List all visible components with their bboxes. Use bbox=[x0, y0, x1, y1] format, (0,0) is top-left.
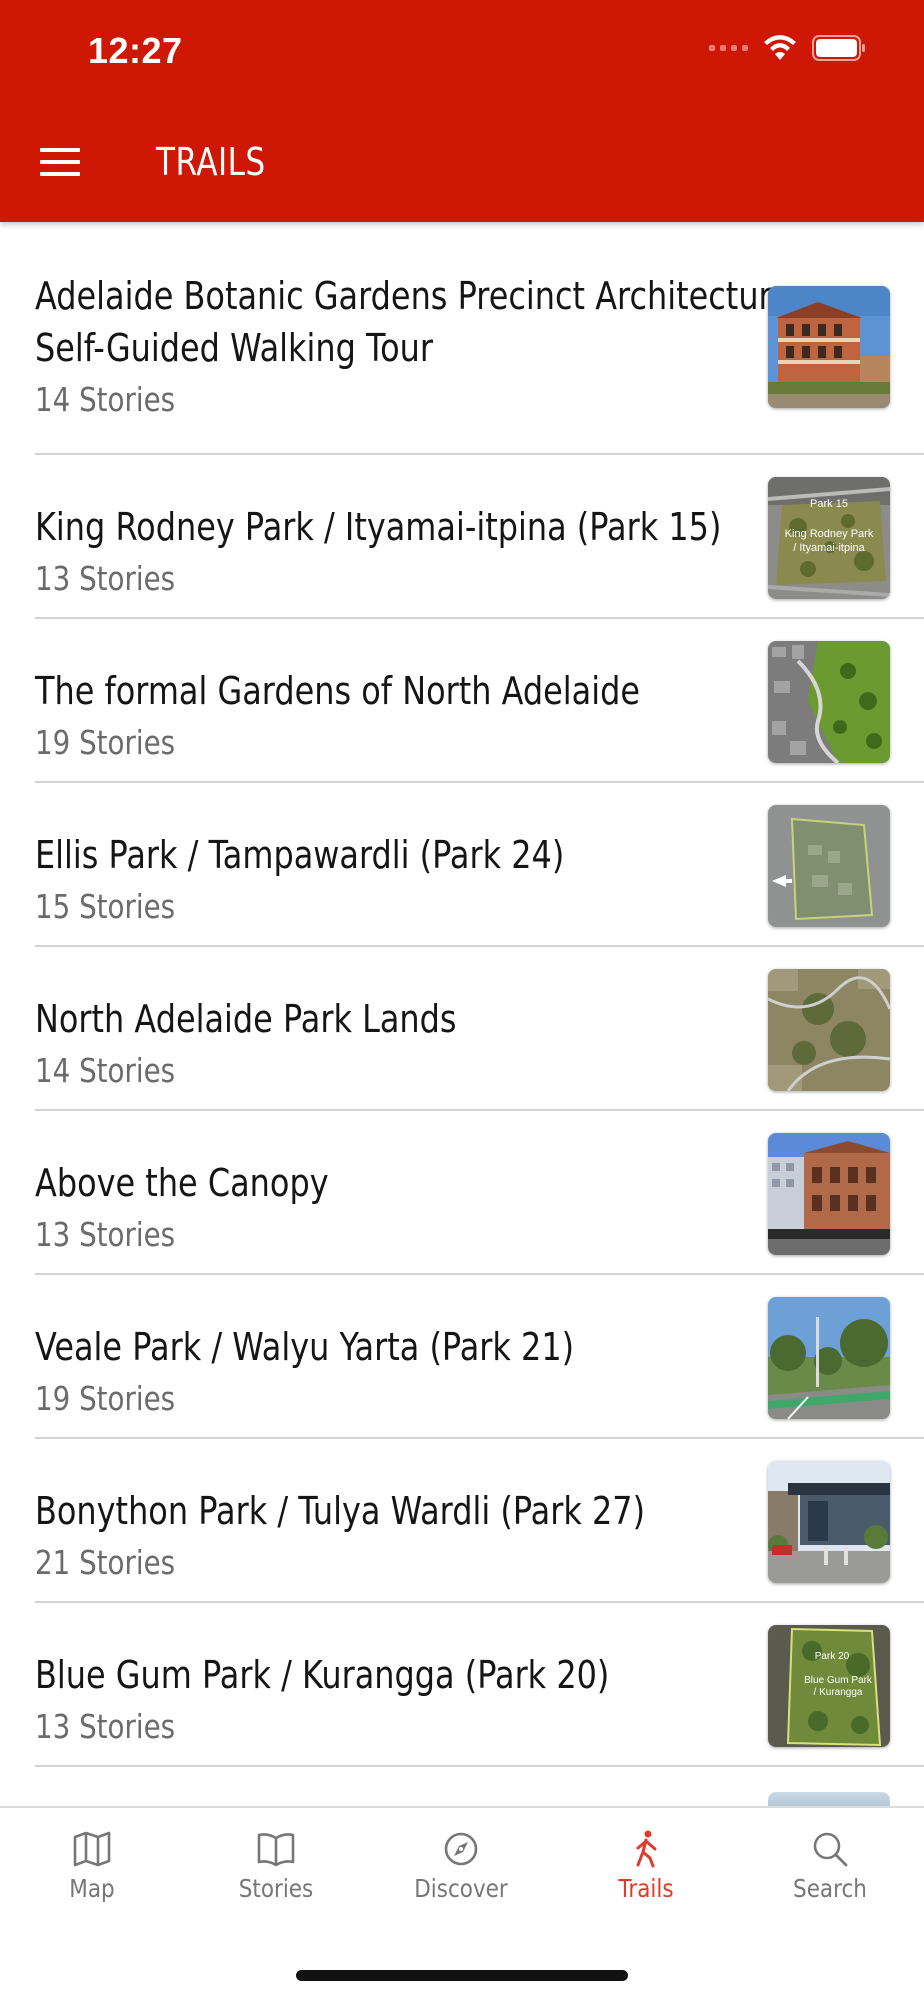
thumbnail-label: Park 20 bbox=[815, 1651, 850, 1662]
hamburger-menu-button[interactable] bbox=[36, 142, 84, 182]
trail-list-item[interactable]: Ellis Park / Tampawardli (Park 24) 15 St… bbox=[35, 783, 924, 947]
page-title: TRAILS bbox=[156, 140, 266, 184]
thumbnail-label: / Ityamai-itpina bbox=[793, 542, 865, 554]
trail-list-item[interactable]: The formal Gardens of North Adelaide 19 … bbox=[35, 619, 924, 783]
trail-list-item[interactable]: Above the Canopy 13 Stories bbox=[35, 1111, 924, 1275]
trail-list-item[interactable]: King Rodney Park / Ityamai-itpina (Park … bbox=[35, 455, 924, 619]
trail-name: King Rodney Park / Ityamai-itpina (Park … bbox=[35, 505, 722, 549]
trail-thumbnail: Park 15 King Rodney Park / Ityamai-itpin… bbox=[768, 477, 890, 599]
tab-search[interactable]: Search bbox=[760, 1830, 900, 1903]
map-icon bbox=[73, 1831, 111, 1867]
trail-thumbnail: Park 20 Blue Gum Park / Kurangga bbox=[768, 1625, 890, 1747]
trail-story-count: 21 Stories bbox=[35, 1543, 176, 1582]
compass-icon bbox=[444, 1832, 478, 1866]
trail-story-count: 13 Stories bbox=[35, 559, 176, 598]
status-icons bbox=[709, 34, 866, 62]
trail-list-item[interactable]: Veale Park / Walyu Yarta (Park 21) 19 St… bbox=[35, 1275, 924, 1439]
search-icon bbox=[813, 1832, 848, 1867]
thumbnail-label: Blue Gum Park bbox=[804, 1675, 873, 1686]
thumbnail-label: King Rodney Park bbox=[785, 528, 874, 540]
trail-name-line: Self-Guided Walking Tour bbox=[35, 326, 433, 370]
battery-icon bbox=[812, 35, 866, 61]
trail-list-item[interactable]: Blue Gum Park / Kurangga (Park 20) 13 St… bbox=[35, 1603, 924, 1767]
tab-label: Discover bbox=[414, 1874, 508, 1903]
trail-thumbnail-partial bbox=[768, 1792, 890, 1806]
trail-story-count: 14 Stories bbox=[35, 1051, 176, 1090]
trail-name: Bonython Park / Tulya Wardli (Park 27) bbox=[35, 1489, 646, 1533]
trail-name: Ellis Park / Tampawardli (Park 24) bbox=[35, 833, 565, 877]
home-indicator bbox=[296, 1970, 628, 1981]
thumbnail-label: Park 15 bbox=[810, 498, 848, 510]
trail-list-item[interactable]: Adelaide Botanic Gardens Precinct Archit… bbox=[35, 222, 924, 455]
trail-thumbnail bbox=[768, 1297, 890, 1419]
walking-person-icon bbox=[636, 1830, 657, 1868]
tab-trails[interactable]: Trails bbox=[576, 1830, 716, 1903]
trail-story-count: 13 Stories bbox=[35, 1215, 176, 1254]
thumbnail-label: / Kurangga bbox=[814, 1687, 863, 1698]
tab-label: Stories bbox=[238, 1874, 314, 1903]
trail-list-item[interactable]: North Adelaide Park Lands 14 Stories bbox=[35, 947, 924, 1111]
tab-label: Map bbox=[69, 1874, 115, 1903]
trail-thumbnail bbox=[768, 1133, 890, 1255]
trail-thumbnail bbox=[768, 286, 890, 408]
trail-thumbnail bbox=[768, 1461, 890, 1583]
trail-name: Blue Gum Park / Kurangga (Park 20) bbox=[35, 1653, 610, 1697]
trail-name: North Adelaide Park Lands bbox=[35, 997, 457, 1041]
book-icon bbox=[257, 1833, 295, 1867]
status-time: 12:27 bbox=[88, 30, 183, 71]
tab-label: Trails bbox=[618, 1874, 674, 1903]
trail-thumbnail bbox=[768, 805, 890, 927]
trail-story-count: 19 Stories bbox=[35, 723, 176, 762]
trail-name-line: Adelaide Botanic Gardens Precinct Archit… bbox=[35, 274, 791, 318]
trail-list: Adelaide Botanic Gardens Precinct Archit… bbox=[0, 222, 924, 1806]
trail-story-count: 14 Stories bbox=[35, 380, 176, 419]
trail-list-item[interactable]: Bonython Park / Tulya Wardli (Park 27) 2… bbox=[35, 1439, 924, 1603]
trail-name: Above the Canopy bbox=[35, 1161, 329, 1205]
tab-label: Search bbox=[793, 1874, 867, 1903]
trail-name: The formal Gardens of North Adelaide bbox=[35, 669, 640, 713]
trail-thumbnail bbox=[768, 969, 890, 1091]
trail-name: Adelaide Botanic Gardens Precinct Archit… bbox=[35, 270, 791, 374]
cellular-signal-icon bbox=[709, 45, 748, 51]
trail-story-count: 15 Stories bbox=[35, 887, 176, 926]
trail-name: Veale Park / Walyu Yarta (Park 21) bbox=[35, 1325, 575, 1369]
tab-discover[interactable]: Discover bbox=[391, 1830, 531, 1903]
tab-map[interactable]: Map bbox=[22, 1830, 162, 1903]
trail-story-count: 19 Stories bbox=[35, 1379, 176, 1418]
tab-stories[interactable]: Stories bbox=[206, 1830, 346, 1903]
app-header: 12:27 TRAILS bbox=[0, 0, 924, 222]
trail-story-count: 13 Stories bbox=[35, 1707, 176, 1746]
wifi-icon bbox=[762, 34, 798, 62]
trail-thumbnail bbox=[768, 641, 890, 763]
